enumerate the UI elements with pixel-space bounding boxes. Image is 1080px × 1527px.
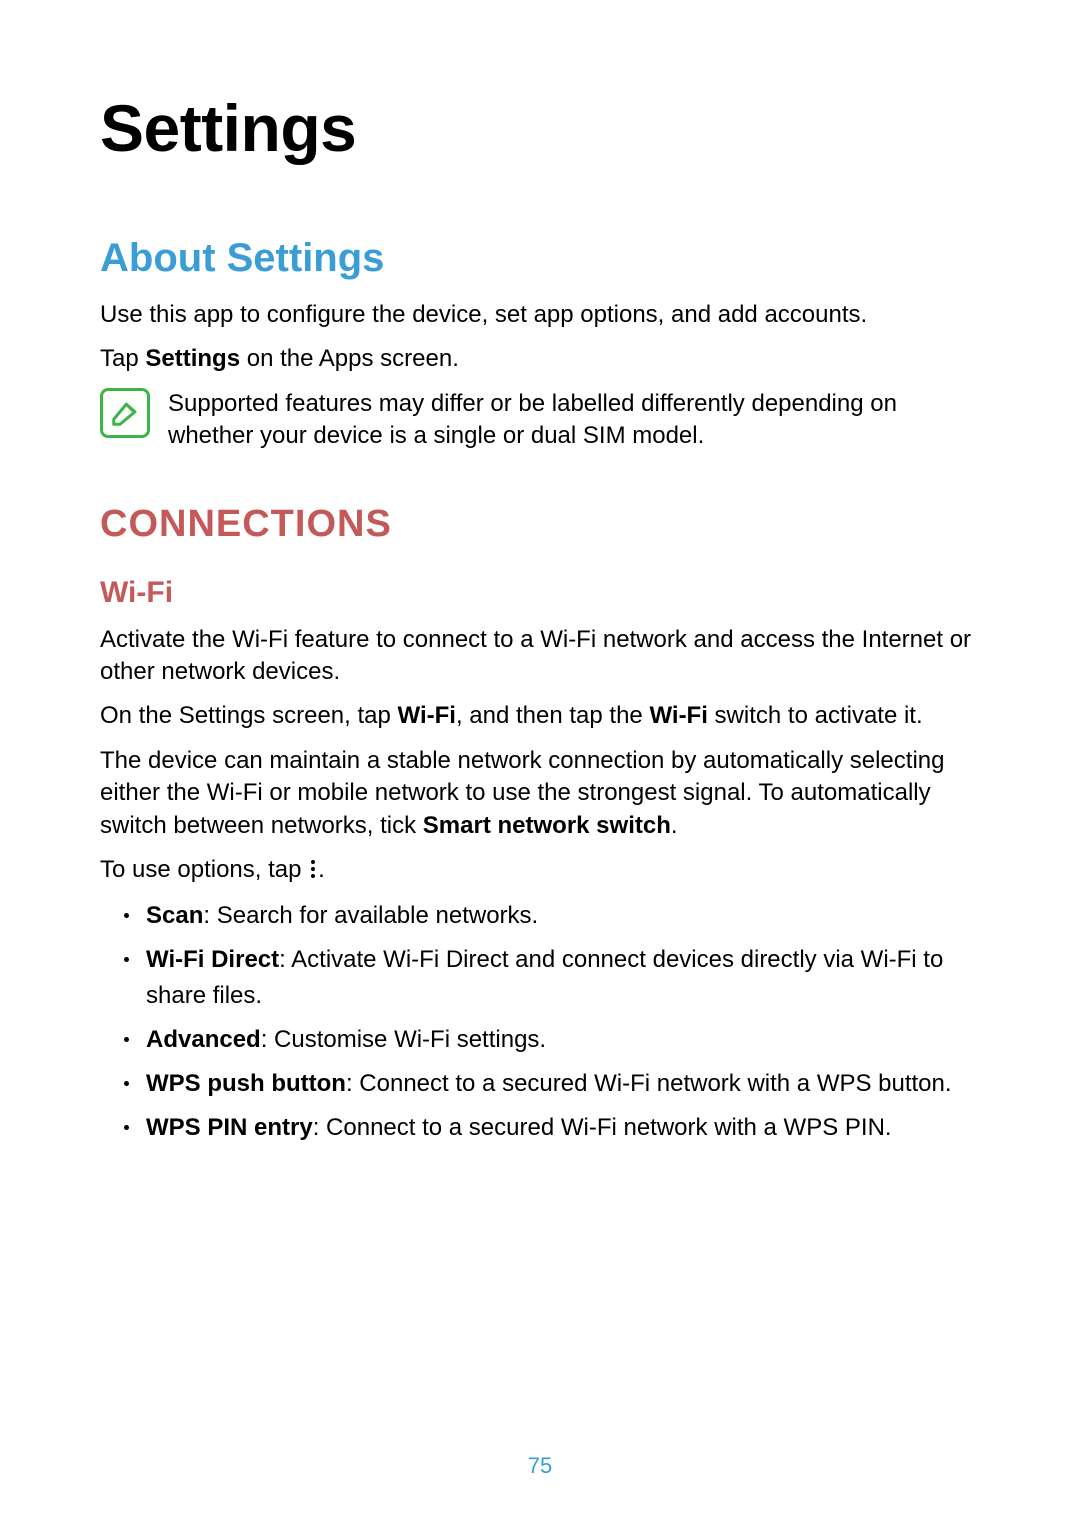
- kebab-icon: [308, 859, 318, 879]
- text-fragment: .: [318, 856, 325, 883]
- wifi-bold-1: Wi-Fi: [398, 702, 456, 729]
- option-name: Scan: [146, 902, 203, 929]
- option-desc: : Customise Wi-Fi settings.: [261, 1026, 546, 1053]
- text-fragment: .: [671, 812, 678, 839]
- connections-heading: CONNECTIONS: [100, 503, 980, 546]
- wifi-bold-2: Wi-Fi: [649, 702, 707, 729]
- wifi-options-list: Scan: Search for available networks. Wi-…: [100, 898, 980, 1146]
- note-text: Supported features may differ or be labe…: [168, 388, 980, 453]
- text-fragment: switch to activate it.: [708, 702, 923, 729]
- option-desc: : Connect to a secured Wi-Fi network wit…: [346, 1070, 952, 1097]
- list-item: Scan: Search for available networks.: [146, 898, 980, 934]
- note-callout: Supported features may differ or be labe…: [100, 388, 980, 453]
- about-settings-heading: About Settings: [100, 236, 980, 281]
- about-para-1: Use this app to configure the device, se…: [100, 299, 980, 331]
- option-name: Advanced: [146, 1026, 261, 1053]
- text-fragment: on the Apps screen.: [240, 345, 459, 372]
- list-item: WPS PIN entry: Connect to a secured Wi-F…: [146, 1110, 980, 1146]
- wifi-para-1: Activate the Wi-Fi feature to connect to…: [100, 624, 980, 689]
- wifi-para-3: The device can maintain a stable network…: [100, 745, 980, 842]
- option-name: WPS PIN entry: [146, 1114, 313, 1141]
- text-fragment: To use options, tap: [100, 856, 308, 883]
- wifi-para-2: On the Settings screen, tap Wi-Fi, and t…: [100, 700, 980, 732]
- settings-bold: Settings: [145, 345, 240, 372]
- text-fragment: On the Settings screen, tap: [100, 702, 398, 729]
- document-page: Settings About Settings Use this app to …: [0, 0, 1080, 1527]
- list-item: Advanced: Customise Wi-Fi settings.: [146, 1022, 980, 1058]
- option-name: WPS push button: [146, 1070, 346, 1097]
- smart-network-switch-bold: Smart network switch: [423, 812, 671, 839]
- list-item: Wi-Fi Direct: Activate Wi-Fi Direct and …: [146, 942, 980, 1014]
- page-number: 75: [0, 1453, 1080, 1479]
- option-desc: : Connect to a secured Wi-Fi network wit…: [313, 1114, 892, 1141]
- note-icon: [100, 388, 150, 438]
- option-name: Wi-Fi Direct: [146, 946, 279, 973]
- page-title: Settings: [100, 90, 980, 166]
- about-para-2: Tap Settings on the Apps screen.: [100, 343, 980, 375]
- text-fragment: Tap: [100, 345, 145, 372]
- wifi-para-4: To use options, tap .: [100, 854, 980, 886]
- wifi-heading: Wi-Fi: [100, 576, 980, 610]
- option-desc: : Search for available networks.: [203, 902, 538, 929]
- text-fragment: , and then tap the: [456, 702, 650, 729]
- list-item: WPS push button: Connect to a secured Wi…: [146, 1066, 980, 1102]
